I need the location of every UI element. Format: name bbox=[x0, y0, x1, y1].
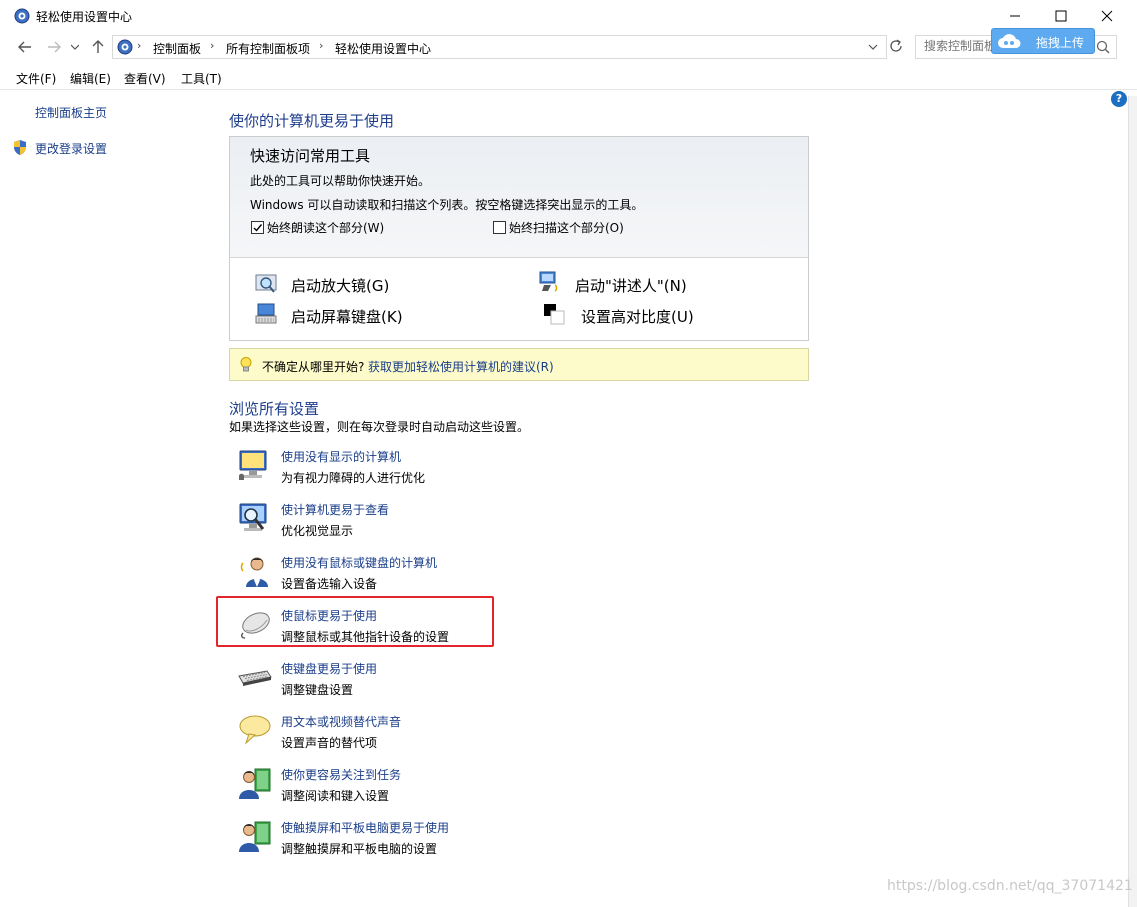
address-bar[interactable]: › 控制面板 › 所有控制面板项 › 轻松使用设置中心 bbox=[112, 35, 887, 59]
category-link[interactable]: 使计算机更易于查看 bbox=[281, 501, 389, 518]
forward-arrow-icon[interactable] bbox=[44, 38, 64, 56]
menu-file[interactable]: 文件(F) bbox=[16, 70, 56, 87]
quick-access-header: 快速访问常用工具 此处的工具可以帮助你快速开始。 Windows 可以自动读取和… bbox=[230, 137, 808, 258]
tip-suggestions-link[interactable]: 获取更加轻松使用计算机的建议(R) bbox=[368, 358, 554, 375]
monitor-magnifier-icon bbox=[237, 501, 273, 537]
breadcrumb-all-items[interactable]: 所有控制面板项 bbox=[226, 40, 310, 57]
always-read-label[interactable]: 始终朗读这个部分(W) bbox=[267, 219, 384, 236]
sidebar-control-panel-home[interactable]: 控制面板主页 bbox=[35, 104, 107, 121]
address-dropdown-chevron-icon[interactable] bbox=[868, 40, 878, 54]
category-desc: 设置备选输入设备 bbox=[281, 577, 378, 591]
category-desc: 设置声音的替代项 bbox=[281, 736, 378, 750]
quick-access-line2: Windows 可以自动读取和扫描这个列表。按空格键选择突出显示的工具。 bbox=[250, 198, 644, 212]
person-speaking-icon bbox=[237, 554, 273, 590]
tip-bar: 不确定从哪里开始? 获取更加轻松使用计算机的建议(R) bbox=[229, 348, 809, 381]
sidebar-change-login-settings[interactable]: 更改登录设置 bbox=[35, 140, 107, 157]
menu-bar: 文件(F) 编辑(E) 查看(V) 工具(T) bbox=[0, 66, 1137, 88]
quick-access-panel: 快速访问常用工具 此处的工具可以帮助你快速开始。 Windows 可以自动读取和… bbox=[229, 136, 809, 341]
category-desc: 调整触摸屏和平板电脑的设置 bbox=[281, 842, 438, 856]
category-link[interactable]: 用文本或视频替代声音 bbox=[281, 713, 401, 730]
lightbulb-icon bbox=[239, 356, 253, 377]
control-panel-icon bbox=[14, 8, 30, 24]
window-title: 轻松使用设置中心 bbox=[36, 10, 133, 24]
category-no-display[interactable]: 使用没有显示的计算机 为有视力障碍的人进行优化 bbox=[237, 448, 797, 498]
browse-settings-subtext: 如果选择这些设置，则在每次登录时自动启动这些设置。 bbox=[229, 420, 530, 434]
refresh-icon[interactable] bbox=[888, 38, 906, 56]
category-easier-to-see[interactable]: 使计算机更易于查看 优化视觉显示 bbox=[237, 501, 797, 551]
start-narrator-link[interactable]: 启动"讲述人"(N) bbox=[575, 275, 687, 296]
breadcrumb-separator-icon: › bbox=[137, 39, 142, 52]
monitor-audio-icon bbox=[237, 448, 273, 484]
tip-text: 不确定从哪里开始? bbox=[262, 360, 365, 374]
category-desc: 优化视觉显示 bbox=[281, 524, 354, 538]
category-link[interactable]: 使用没有显示的计算机 bbox=[281, 448, 401, 465]
watermark-text: https://blog.csdn.net/qq_37071421 bbox=[887, 878, 1133, 894]
category-link[interactable]: 使你更容易关注到任务 bbox=[281, 766, 401, 783]
category-touch-tablet[interactable]: 使触摸屏和平板电脑更易于使用 调整触摸屏和平板电脑的设置 bbox=[237, 819, 797, 869]
category-desc: 为有视力障碍的人进行优化 bbox=[281, 471, 426, 485]
menu-edit[interactable]: 编辑(E) bbox=[70, 70, 111, 87]
control-panel-location-icon bbox=[117, 39, 133, 55]
category-link[interactable]: 使键盘更易于使用 bbox=[281, 660, 377, 677]
always-scan-checkbox[interactable] bbox=[493, 221, 506, 234]
set-high-contrast-link[interactable]: 设置高对比度(U) bbox=[581, 306, 694, 327]
drag-upload-widget[interactable]: 拖拽上传 bbox=[991, 28, 1095, 54]
quick-access-line1: 此处的工具可以帮助你快速开始。 bbox=[250, 174, 431, 188]
menu-view[interactable]: 查看(V) bbox=[124, 70, 166, 87]
back-arrow-icon[interactable] bbox=[15, 38, 35, 56]
quick-access-title: 快速访问常用工具 bbox=[250, 147, 371, 165]
help-icon[interactable]: ? bbox=[1111, 91, 1127, 107]
person-tablet-icon bbox=[237, 819, 273, 855]
category-link[interactable]: 使用没有鼠标或键盘的计算机 bbox=[281, 554, 437, 571]
upload-label: 拖拽上传 bbox=[1036, 36, 1085, 50]
title-bar: 轻松使用设置中心 bbox=[0, 0, 1137, 32]
category-focus-on-tasks[interactable]: 使你更容易关注到任务 调整阅读和键入设置 bbox=[237, 766, 797, 816]
recent-locations-chevron-icon[interactable] bbox=[68, 38, 82, 56]
up-arrow-icon[interactable] bbox=[88, 38, 108, 56]
narrator-icon[interactable] bbox=[539, 271, 561, 293]
cloud-icon bbox=[997, 33, 1021, 52]
on-screen-keyboard-icon[interactable] bbox=[255, 303, 277, 325]
category-text-video-for-sound[interactable]: 用文本或视频替代声音 设置声音的替代项 bbox=[237, 713, 797, 763]
keyboard-icon bbox=[237, 660, 273, 696]
always-read-checkbox[interactable] bbox=[251, 221, 264, 234]
category-keyboard[interactable]: 使键盘更易于使用 调整键盘设置 bbox=[237, 660, 797, 710]
category-link[interactable]: 使触摸屏和平板电脑更易于使用 bbox=[281, 819, 449, 836]
start-magnifier-link[interactable]: 启动放大镜(G) bbox=[291, 275, 389, 296]
search-icon[interactable] bbox=[1096, 40, 1110, 57]
breadcrumb-separator-icon: › bbox=[210, 39, 215, 52]
menu-tools[interactable]: 工具(T) bbox=[181, 70, 222, 87]
highlight-annotation-box bbox=[216, 596, 494, 647]
start-on-screen-keyboard-link[interactable]: 启动屏幕键盘(K) bbox=[291, 306, 403, 327]
menu-divider bbox=[0, 89, 1137, 90]
category-desc: 调整键盘设置 bbox=[281, 683, 354, 697]
magnifier-icon[interactable] bbox=[255, 273, 277, 295]
high-contrast-icon[interactable] bbox=[543, 303, 565, 325]
breadcrumb-control-panel[interactable]: 控制面板 bbox=[153, 40, 201, 57]
speech-bubble-icon bbox=[237, 713, 273, 749]
background-window-edge bbox=[1128, 96, 1137, 907]
page-title: 使你的计算机更易于使用 bbox=[229, 112, 395, 130]
breadcrumb-separator-icon: › bbox=[319, 39, 324, 52]
shield-icon bbox=[12, 139, 28, 159]
breadcrumb-current[interactable]: 轻松使用设置中心 bbox=[335, 40, 431, 57]
browse-settings-heading: 浏览所有设置 bbox=[229, 400, 320, 418]
person-book-icon bbox=[237, 766, 273, 802]
category-desc: 调整阅读和键入设置 bbox=[281, 789, 390, 803]
always-scan-label[interactable]: 始终扫描这个部分(O) bbox=[509, 219, 624, 236]
